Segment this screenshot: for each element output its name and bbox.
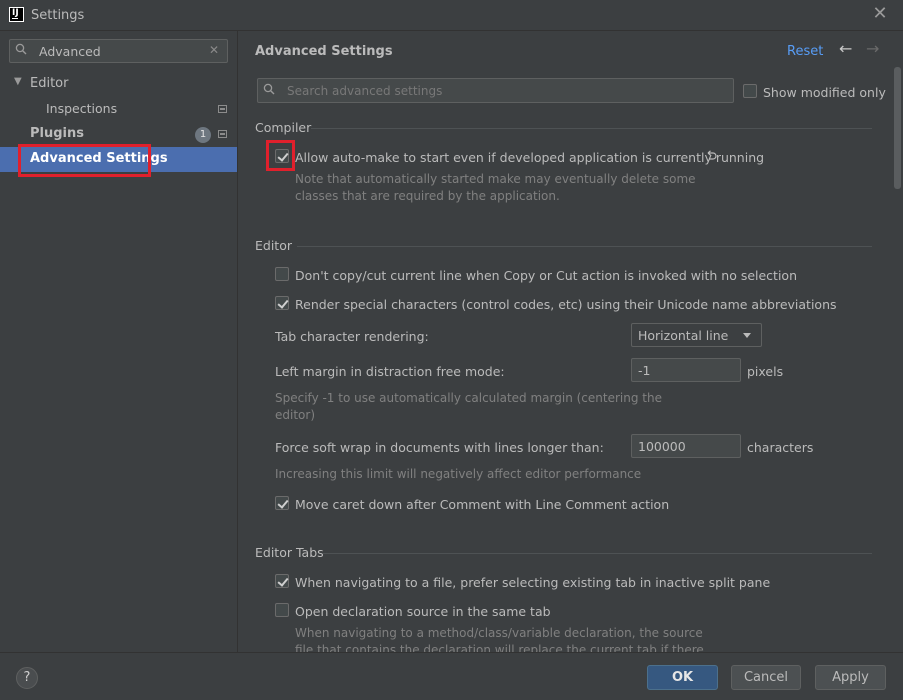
sidebar-item-inspections[interactable]: Inspections xyxy=(0,97,237,122)
open-same-tab-note: file that contains the declaration will … xyxy=(295,643,704,652)
advanced-search-input[interactable] xyxy=(287,82,717,99)
search-icon xyxy=(15,43,27,55)
sidebar-item-editor[interactable]: ▼ Editor xyxy=(0,72,237,97)
left-margin-label: Left margin in distraction free mode: xyxy=(275,364,505,379)
settings-search-value: Advanced xyxy=(39,44,101,59)
left-margin-value: -1 xyxy=(638,363,651,378)
advanced-settings-panel: Advanced Settings Reset ← → Show modifie… xyxy=(237,31,903,652)
forward-arrow-icon[interactable]: → xyxy=(866,39,879,58)
undo-icon[interactable] xyxy=(704,149,718,163)
reset-link[interactable]: Reset xyxy=(787,44,823,59)
back-arrow-icon[interactable]: ← xyxy=(839,39,852,58)
window-title: Settings xyxy=(31,8,85,23)
open-same-tab-label: Open declaration source in the same tab xyxy=(295,604,551,619)
title-bar: IJ Settings ✕ xyxy=(0,0,903,31)
auto-make-note: Note that automatically started make may… xyxy=(295,172,696,186)
sidebar-item-label: Editor xyxy=(30,76,69,91)
show-modified-only-checkbox[interactable] xyxy=(743,84,757,98)
dialog-footer: ? OK Cancel Apply xyxy=(0,652,903,700)
render-special-chars-checkbox[interactable] xyxy=(275,296,289,310)
search-icon xyxy=(263,83,275,95)
cancel-button[interactable]: Cancel xyxy=(731,665,801,690)
sidebar-item-label: Plugins xyxy=(30,126,84,141)
soft-wrap-note: Increasing this limit will negatively af… xyxy=(275,467,642,481)
left-margin-note: editor) xyxy=(275,408,315,422)
section-compiler: Compiler xyxy=(255,120,872,135)
move-caret-checkbox[interactable] xyxy=(275,496,289,510)
dropdown-arrow-icon xyxy=(743,333,751,338)
sidebar-item-label: Inspections xyxy=(46,101,118,116)
auto-make-note: classes that are required by the applica… xyxy=(295,189,560,203)
show-modified-only-label: Show modified only xyxy=(763,85,886,100)
intellij-logo-icon: IJ xyxy=(9,7,24,22)
help-icon[interactable]: ? xyxy=(16,667,38,689)
soft-wrap-value: 100000 xyxy=(638,439,686,454)
advanced-search-field[interactable] xyxy=(257,78,734,103)
clear-search-icon[interactable]: ✕ xyxy=(209,43,219,57)
soft-wrap-unit: characters xyxy=(747,440,814,455)
left-margin-unit: pixels xyxy=(747,364,784,379)
plugins-update-badge: 1 xyxy=(195,127,211,143)
section-title: Editor Tabs xyxy=(255,545,324,560)
page-title: Advanced Settings xyxy=(255,44,393,59)
soft-wrap-input[interactable]: 100000 xyxy=(631,434,741,458)
close-icon[interactable]: ✕ xyxy=(871,5,889,23)
section-divider xyxy=(297,246,872,247)
section-title: Compiler xyxy=(255,120,312,135)
move-caret-label: Move caret down after Comment with Line … xyxy=(295,497,670,512)
apply-button[interactable]: Apply xyxy=(815,665,886,690)
tab-rendering-label: Tab character rendering: xyxy=(275,329,429,344)
tab-rendering-value: Horizontal line xyxy=(638,328,729,343)
vertical-scrollbar[interactable] xyxy=(894,67,901,189)
left-margin-note: Specify -1 to use automatically calculat… xyxy=(275,391,662,405)
render-special-chars-label: Render special characters (control codes… xyxy=(295,297,837,312)
highlight-frame-advanced-settings xyxy=(18,144,151,177)
section-editor-tabs: Editor Tabs xyxy=(255,545,872,560)
settings-sidebar: Advanced ✕ ▼ Editor Inspections Plugins … xyxy=(0,31,237,652)
chevron-down-icon[interactable]: ▼ xyxy=(14,76,22,87)
section-title: Editor xyxy=(255,238,292,253)
open-same-tab-note: When navigating to a method/class/variab… xyxy=(295,626,703,640)
project-settings-icon xyxy=(218,105,227,113)
section-editor: Editor xyxy=(255,238,872,253)
auto-make-label: Allow auto-make to start even if develop… xyxy=(295,150,765,165)
prefer-existing-tab-checkbox[interactable] xyxy=(275,574,289,588)
open-same-tab-checkbox[interactable] xyxy=(275,603,289,617)
project-settings-icon xyxy=(218,130,227,138)
highlight-frame-auto-make-checkbox xyxy=(266,140,295,171)
dont-copy-line-label: Don't copy/cut current line when Copy or… xyxy=(295,268,797,283)
ok-button[interactable]: OK xyxy=(647,665,718,690)
prefer-existing-tab-label: When navigating to a file, prefer select… xyxy=(295,575,771,590)
dont-copy-line-checkbox[interactable] xyxy=(275,267,289,281)
settings-search-input[interactable]: Advanced ✕ xyxy=(9,39,228,63)
soft-wrap-label: Force soft wrap in documents with lines … xyxy=(275,440,604,455)
section-divider xyxy=(311,128,872,129)
section-divider xyxy=(323,553,872,554)
left-margin-input[interactable]: -1 xyxy=(631,358,741,382)
tab-rendering-dropdown[interactable]: Horizontal line xyxy=(631,323,762,347)
